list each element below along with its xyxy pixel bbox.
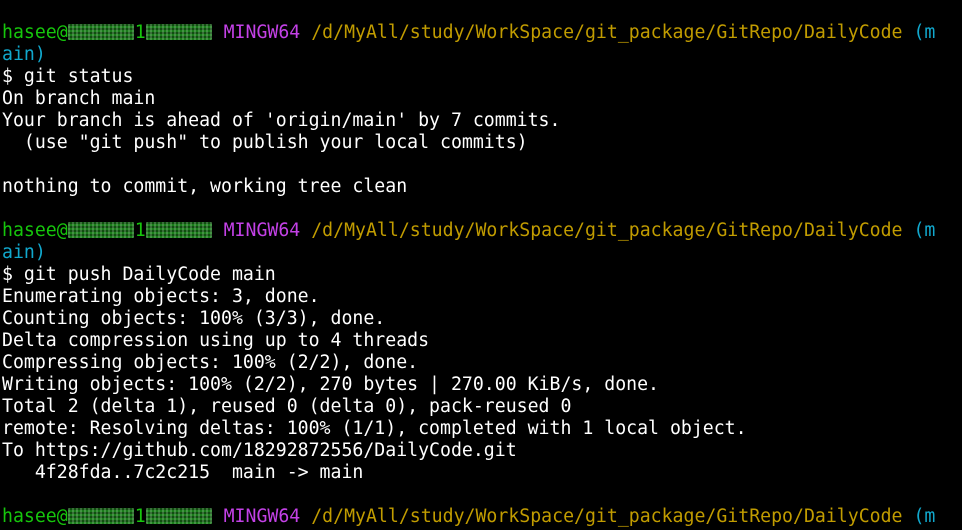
prompt-path: /d/MyAll/study/WorkSpace/git_package/Git… — [311, 220, 903, 241]
output-line: Delta compression using up to 4 threads — [2, 330, 430, 351]
prompt-branch-end: ain) — [2, 242, 46, 263]
output-line: Your branch is ahead of 'origin/main' by… — [2, 110, 561, 131]
redacted-hostname-tail — [145, 222, 212, 238]
prompt-user-suffix: 1 — [134, 506, 146, 527]
output-line: Total 2 (delta 1), reused 0 (delta 0), p… — [2, 396, 572, 417]
prompt-branch-start: (m — [913, 506, 936, 527]
redacted-hostname-tail — [145, 508, 212, 524]
redacted-hostname — [67, 24, 134, 40]
prompt-path: /d/MyAll/study/WorkSpace/git_package/Git… — [311, 506, 903, 527]
output-line: remote: Resolving deltas: 100% (1/1), co… — [2, 418, 747, 439]
prompt-line: hasee@ 1 MINGW64 /d/MyAll/study/WorkSpace… — [2, 506, 962, 528]
redacted-hostname — [67, 222, 134, 238]
output-line: On branch main — [2, 88, 156, 109]
redacted-hostname — [67, 508, 134, 524]
prompt-path: /d/MyAll/study/WorkSpace/git_package/Git… — [311, 22, 903, 43]
prompt-user: hasee@ — [2, 220, 68, 241]
prompt-env: MINGW64 — [223, 220, 301, 241]
prompt-branch-line: ain) — [2, 44, 962, 66]
prompt-user-suffix: 1 — [134, 22, 146, 43]
prompt-branch-line: ain) — [2, 242, 962, 264]
output-line: Enumerating objects: 3, done. — [2, 286, 320, 307]
output-line: To https://github.com/18292872556/DailyC… — [2, 440, 517, 461]
output-line: nothing to commit, working tree clean — [2, 176, 408, 197]
output-line: (use "git push" to publish your local co… — [2, 132, 528, 153]
prompt-branch-end: ain) — [2, 44, 46, 65]
prompt-env: MINGW64 — [223, 506, 301, 527]
output-line: 4f28fda..7c2c215 main -> main — [2, 462, 364, 483]
prompt-line: hasee@ 1 MINGW64 /d/MyAll/study/WorkSpace… — [2, 220, 962, 242]
command-line: $ git status — [2, 66, 134, 87]
command-line: $ git push DailyCode main — [2, 264, 276, 285]
terminal-window[interactable]: hasee@ 1 MINGW64 /d/MyAll/study/WorkSpace… — [2, 22, 962, 528]
output-line: Compressing objects: 100% (2/2), done. — [2, 352, 419, 373]
prompt-user: hasee@ — [2, 22, 68, 43]
output-line: Counting objects: 100% (3/3), done. — [2, 308, 386, 329]
output-line: Writing objects: 100% (2/2), 270 bytes |… — [2, 374, 659, 395]
prompt-branch-start: (m — [913, 220, 936, 241]
prompt-user: hasee@ — [2, 506, 68, 527]
prompt-branch-start: (m — [913, 22, 936, 43]
output-line-blank — [2, 154, 962, 176]
prompt-line: hasee@ 1 MINGW64 /d/MyAll/study/WorkSpace… — [2, 22, 962, 44]
prompt-user-suffix: 1 — [134, 220, 146, 241]
prompt-env: MINGW64 — [223, 22, 301, 43]
redacted-hostname-tail — [145, 24, 212, 40]
